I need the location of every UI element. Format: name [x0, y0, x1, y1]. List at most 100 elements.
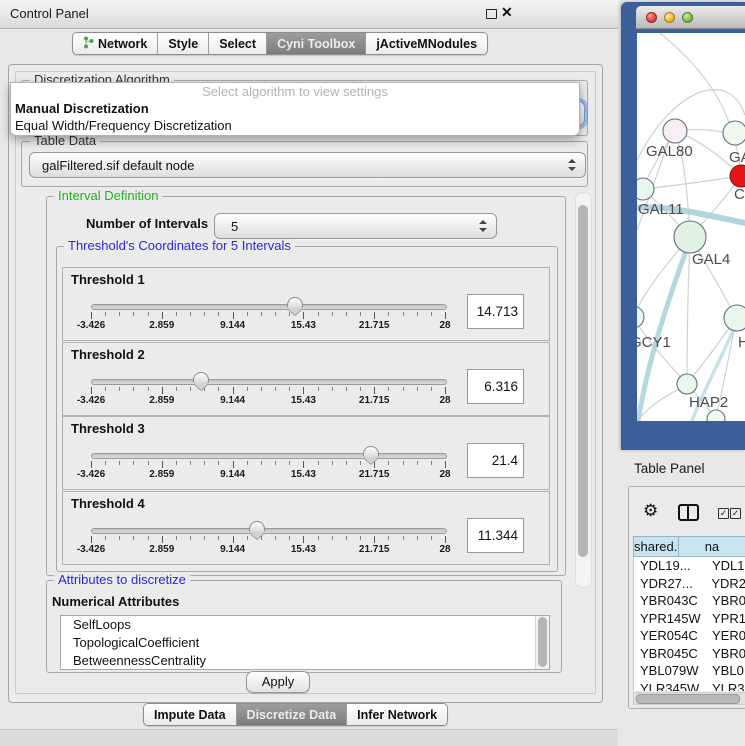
apply-button[interactable]: Apply	[246, 671, 310, 693]
node-gal4[interactable]	[674, 221, 706, 253]
checkbox-icon[interactable]: ✓	[718, 508, 729, 519]
attribute-list-item[interactable]: TopologicalCoefficient	[61, 634, 549, 652]
table-body: YDL19...YDL1YDR27...YDR2YBR043CYBR0YPR14…	[633, 557, 745, 691]
table-row[interactable]: YPR145WYPR1	[634, 610, 745, 628]
slider-track[interactable]	[91, 304, 447, 310]
cell-name: YBR0	[708, 592, 745, 610]
threshold-slider[interactable]: -3.4262.8599.14415.4321.71528	[91, 522, 445, 558]
node-hap2[interactable]	[677, 374, 697, 394]
attribute-list-item[interactable]: BetweennessCentrality	[61, 652, 549, 670]
table-row[interactable]: YBR043CYBR0	[634, 592, 745, 610]
tick-label: -3.426	[77, 469, 105, 480]
node-partial-top[interactable]	[723, 121, 745, 145]
tab-label: Network	[98, 37, 147, 51]
threshold-value-field[interactable]: 14.713	[467, 294, 524, 329]
tab-label: Cyni Toolbox	[277, 37, 355, 51]
threshold-label: Threshold 4	[71, 496, 145, 511]
slider-thumb[interactable]	[363, 446, 379, 457]
checkbox-icon[interactable]: ✓	[730, 508, 741, 519]
slider-track[interactable]	[91, 528, 447, 534]
column-header-shared-name[interactable]: shared...	[633, 536, 678, 557]
slider-thumb[interactable]	[287, 297, 303, 308]
threshold-label: Threshold 1	[71, 272, 145, 287]
node-label-gal11: GAL11	[638, 201, 684, 218]
minimize-traffic-light[interactable]	[664, 12, 675, 23]
close-icon[interactable]: ✕	[501, 4, 513, 21]
table-hscrollbar-thumb[interactable]	[636, 694, 740, 704]
cell-name: YER0	[708, 627, 745, 645]
attributes-list-scrollbar[interactable]	[535, 616, 549, 669]
attribute-list-item[interactable]: SelfLoops	[61, 616, 549, 634]
settings-scrollbar-thumb[interactable]	[578, 205, 588, 557]
tick-label: 2.859	[149, 544, 174, 555]
table-row[interactable]: YER054CYER0	[634, 627, 745, 645]
network-window-titlebar[interactable]	[636, 6, 745, 29]
float-window-icon[interactable]	[486, 9, 497, 19]
table-row[interactable]: YDL19...YDL1	[634, 557, 745, 575]
node-gal11[interactable]	[637, 178, 654, 200]
node-gal80[interactable]	[663, 119, 687, 143]
threshold-value-field[interactable]: 6.316	[467, 369, 524, 404]
zoom-traffic-light[interactable]	[682, 12, 693, 23]
node-label-ga: GA	[729, 149, 745, 166]
tick-label: 28	[439, 544, 450, 555]
tick-label: 9.144	[220, 395, 245, 406]
node-partial-bottom[interactable]	[707, 410, 725, 421]
threshold-slider[interactable]: -3.4262.8599.14415.4321.71528	[91, 447, 445, 483]
threshold-slider[interactable]: -3.4262.8599.14415.4321.71528	[91, 298, 445, 334]
node-h[interactable]	[724, 305, 745, 331]
cell-shared-name: YER054C	[634, 627, 708, 645]
slider-track[interactable]	[91, 379, 447, 385]
threshold-slider[interactable]: -3.4262.8599.14415.4321.71528	[91, 373, 445, 409]
table-horizontal-scrollbar[interactable]	[633, 692, 745, 705]
tick-label: 2.859	[149, 395, 174, 406]
settings-scrollbar[interactable]	[575, 192, 592, 588]
table-data-combobox[interactable]: galFiltered.sif default node	[29, 152, 586, 178]
node-label-gal80: GAL80	[646, 143, 693, 160]
slider-track[interactable]	[91, 453, 447, 459]
node-gcy1[interactable]	[637, 306, 644, 328]
network-canvas[interactable]: GAL80 GA C GAL11 GAL4 GCY1 H HAP2	[637, 33, 745, 421]
tab-network[interactable]: Network	[73, 33, 158, 54]
table-row[interactable]: YBL079WYBL0	[634, 662, 745, 680]
tab-jactivemnodules[interactable]: jActiveMNodules	[366, 33, 487, 54]
attributes-scrollbar-thumb[interactable]	[538, 617, 547, 667]
tick-label: 15.43	[291, 469, 316, 480]
gear-icon[interactable]: ⚙	[643, 502, 658, 519]
tab-infer-network[interactable]: Infer Network	[347, 704, 447, 725]
tab-style[interactable]: Style	[158, 33, 209, 54]
tab-impute-data[interactable]: Impute Data	[144, 704, 237, 725]
tick-label: 28	[439, 395, 450, 406]
dropdown-item-placeholder[interactable]: Select algorithm to view settings	[11, 83, 579, 100]
slider-thumb[interactable]	[193, 372, 209, 383]
tick-label: 9.144	[220, 469, 245, 480]
node-label-gal4: GAL4	[692, 251, 730, 268]
tab-discretize-data[interactable]: Discretize Data	[237, 704, 348, 725]
table-row[interactable]: YBR045CYBR0	[634, 645, 745, 663]
tick-label: -3.426	[77, 395, 105, 406]
slider-thumb[interactable]	[249, 521, 265, 532]
threshold-row: Threshold 4 -3.4262.8599.14415.4321.71528…	[62, 491, 550, 565]
tab-select[interactable]: Select	[209, 33, 267, 54]
tick-label: 2.859	[149, 320, 174, 331]
table-row[interactable]: YDR27...YDR2	[634, 575, 745, 593]
threshold-value-field[interactable]: 21.4	[467, 443, 524, 478]
cell-name: YBR0	[708, 645, 745, 663]
threshold-label: Threshold 3	[71, 421, 145, 436]
tab-cyni-toolbox[interactable]: Cyni Toolbox	[267, 33, 366, 54]
table-row[interactable]: YLR345WYLR3	[634, 680, 745, 692]
num-intervals-combobox[interactable]: 5	[214, 213, 497, 239]
attributes-list[interactable]: SelfLoopsTopologicalCoefficientBetweenne…	[60, 615, 550, 670]
tab-label: Impute Data	[154, 708, 226, 722]
cell-name: YLR3	[708, 680, 745, 692]
thresholds-group-label: Threshold's Coordinates for 5 Intervals	[64, 239, 295, 253]
control-panel-tabs: Network Style Select Cyni Toolbox jActiv…	[72, 32, 488, 55]
threshold-value-field[interactable]: 11.344	[467, 518, 524, 553]
close-traffic-light[interactable]	[646, 12, 657, 23]
column-header-name[interactable]: na	[678, 536, 745, 557]
dropdown-item-manual-discretization[interactable]: Manual Discretization	[11, 100, 579, 117]
columns-icon[interactable]	[678, 504, 699, 521]
dropdown-item-equal-width[interactable]: Equal Width/Frequency Discretization	[11, 117, 579, 134]
combo-arrows-icon	[568, 159, 576, 171]
panel-title: Control Panel	[10, 6, 89, 21]
